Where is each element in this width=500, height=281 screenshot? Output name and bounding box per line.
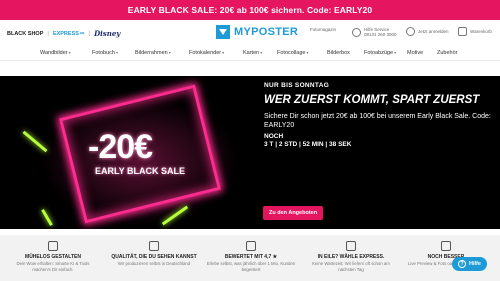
logo-text: MYPOSTER — [234, 26, 299, 38]
cart-icon — [458, 27, 467, 36]
cart-label: Warenkorb — [470, 29, 492, 34]
header: BLACK SHOP | EXPRESS ⇨ | Disney MYPOSTER… — [0, 20, 500, 48]
usp-item: QUALITÄT, DIE DU SEHEN KANNST Wir produz… — [108, 241, 200, 267]
usp-subtitle: Dein Wow erhalten: Smarte KI & Tools mac… — [16, 261, 90, 272]
usp-subtitle: Erlebe selbst, was jährlich über 1 Mio. … — [206, 261, 296, 272]
nav-item-fotokalender[interactable]: Fotokalender▾ — [189, 50, 224, 56]
countdown-timer: 3 T | 2 STD | 52 MIN | 38 SEK — [264, 141, 352, 148]
chevron-down-icon: ▾ — [168, 50, 171, 55]
chevron-down-icon: ▾ — [394, 50, 397, 55]
usp-item: MÜHELOS GESTALTEN Dein Wow erhalten: Sma… — [7, 241, 99, 272]
star-rating-icon — [246, 241, 256, 251]
nav-item-karten[interactable]: Karten▾ — [243, 50, 262, 56]
nav-item-zubehoer[interactable]: Zubehör — [437, 50, 458, 56]
hero-body: Sichere Dir schon jetzt 20€ ab 100€ bei … — [264, 113, 491, 129]
help-phone: 08131 260 3000 — [364, 32, 397, 37]
express-delivery-icon — [346, 241, 356, 251]
design-icon — [48, 241, 58, 251]
promo-text[interactable]: EARLY BLACK SALE: 20€ ab 100€ sichern. C… — [128, 5, 372, 15]
help-label: Hilfe — [469, 261, 481, 267]
usp-title: QUALITÄT, DIE DU SEHEN KANNST — [111, 254, 197, 260]
chevron-down-icon: ▾ — [260, 50, 263, 55]
countdown-label: NOCH — [264, 133, 284, 140]
nav-item-fotocollage[interactable]: Fotocollage▾ — [277, 50, 308, 56]
nav-item-fotobuch[interactable]: Fotobuch▾ — [92, 50, 118, 56]
usp-item: IN EILE? WÄHLE EXPRESS. Keine Wartezeit:… — [305, 241, 397, 272]
help-icon: ? — [458, 260, 466, 268]
chevron-down-icon: ▾ — [115, 50, 118, 55]
cta-button[interactable]: Zu den Angeboten — [263, 206, 324, 220]
phone-icon — [352, 27, 361, 37]
preview-icon — [441, 241, 451, 251]
hero-banner: -20€ EARLY BLACK SALE NUR BIS SONNTAG WE… — [0, 76, 500, 229]
nav-item-fotoabzuege[interactable]: Fotoabzüge▾ — [364, 50, 396, 56]
cart-link[interactable]: Warenkorb — [458, 27, 492, 36]
main-nav: Wandbilder▾ Fotobuch▾ Bilderrahmen▾ Foto… — [0, 47, 500, 61]
user-icon — [406, 27, 415, 36]
hero-kicker: NUR BIS SONNTAG — [264, 82, 330, 89]
hero-text: NUR BIS SONNTAG WER ZUERST KOMMT, SPART … — [264, 82, 494, 148]
disney-link[interactable]: Disney — [94, 29, 120, 38]
photo-magazine-label: Fotomagazin — [310, 27, 337, 32]
login-link[interactable]: Jetzt anmelden — [406, 27, 449, 36]
photo-magazine-link[interactable]: Fotomagazin — [310, 27, 336, 32]
help-button[interactable]: ? Hilfe — [452, 257, 487, 271]
divider: | — [88, 30, 91, 37]
usp-title: MÜHELOS GESTALTEN — [25, 254, 81, 260]
usp-title: BEWERTET MIT 4,7 ★ — [224, 254, 278, 260]
usp-subtitle: Keine Wartezeit: Wir liefern oft schon a… — [312, 261, 390, 272]
header-left-links: BLACK SHOP | EXPRESS ⇨ | Disney — [7, 29, 120, 38]
usp-title: IN EILE? WÄHLE EXPRESS. — [317, 254, 385, 260]
nav-item-bilderbox[interactable]: Bilderbox — [327, 50, 350, 56]
hero-headline: WER ZUERST KOMMT, SPART ZUERST — [264, 94, 480, 106]
usp-item: BEWERTET MIT 4,7 ★ Erlebe selbst, was jä… — [205, 241, 297, 272]
quality-icon — [149, 241, 159, 251]
logo-mark-icon — [216, 25, 230, 39]
nav-item-wandbilder[interactable]: Wandbilder▾ — [40, 50, 71, 56]
nav-item-motive[interactable]: Motive — [407, 50, 423, 56]
help-service[interactable]: Hilfe Service 08131 260 3000 — [352, 27, 397, 37]
sale-label: EARLY BLACK SALE — [95, 166, 186, 176]
chevron-down-icon: ▾ — [306, 50, 309, 55]
promo-bar[interactable]: EARLY BLACK SALE: 20€ ab 100€ sichern. C… — [0, 0, 500, 20]
chevron-down-icon: ▾ — [68, 50, 71, 55]
chevron-down-icon: ▾ — [222, 50, 225, 55]
usp-bar: MÜHELOS GESTALTEN Dein Wow erhalten: Sma… — [0, 235, 500, 281]
black-shop-link[interactable]: BLACK SHOP — [7, 31, 43, 37]
login-label: Jetzt anmelden — [418, 29, 449, 34]
divider: | — [47, 30, 49, 37]
usp-subtitle: Wir produzieren selbst in Deutschland — [117, 261, 191, 266]
express-truck-icon: ⇨ — [79, 30, 85, 37]
discount-amount: -20€ — [88, 128, 153, 166]
myposter-logo[interactable]: MYPOSTER — [216, 25, 298, 39]
nav-item-bilderrahmen[interactable]: Bilderrahmen▾ — [135, 50, 171, 56]
express-link[interactable]: EXPRESS — [53, 31, 79, 37]
